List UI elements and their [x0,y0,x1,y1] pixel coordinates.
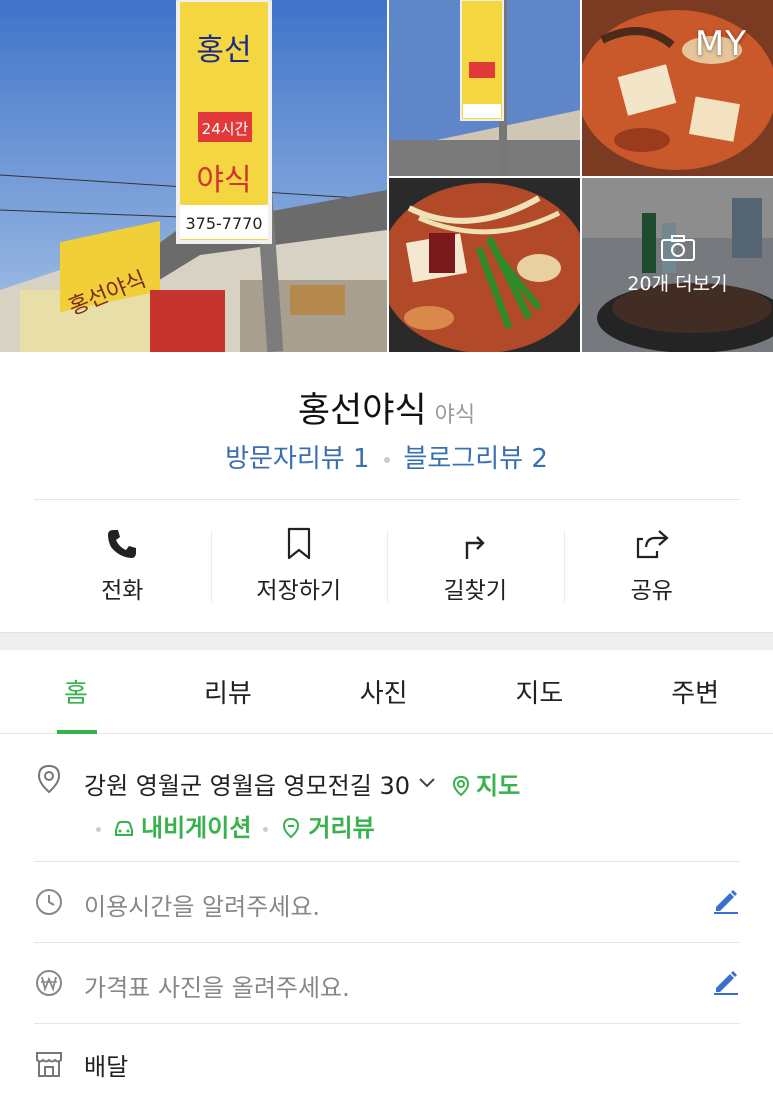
store-icon [36,1052,62,1077]
photo-gallery: 홍선 24시간 야식 375-7770 홍선야식 MY 20개 더보기 [0,0,773,352]
separator-dot [96,826,101,832]
delivery-row[interactable]: 배달 [34,1025,740,1095]
price-row[interactable]: 가격표 사진을 올려주세요. [34,944,740,1024]
sign-phone-text: 375-7770 [185,214,262,233]
navigation-link[interactable]: 내비게이션 [113,814,251,842]
separator-dot [383,456,390,463]
camera-icon [660,234,695,261]
won-icon [36,970,62,996]
main-photo[interactable]: 홍선 24시간 야식 375-7770 홍선야식 [0,0,387,352]
separator-dot [263,826,269,832]
place-name: 홍선야식 [297,391,427,431]
food-photo-1[interactable]: MY [582,0,773,176]
streetview-link[interactable]: 거리뷰 [280,814,375,842]
more-photos[interactable]: 20개 더보기 [582,178,773,352]
share-button[interactable]: 공유 [563,500,741,632]
blog-review-link[interactable]: 블로그리뷰 2 [404,444,548,474]
tab-photos[interactable]: 사진 [306,650,462,733]
edit-pencil-icon[interactable] [712,968,740,996]
review-links: 방문자리뷰 1 블로그리뷰 2 [0,438,773,475]
location-pin-icon [37,764,61,794]
map-link-label: 지도 [476,772,521,800]
sign-name-text: 야식 [196,163,251,198]
place-category: 야식 [434,403,476,428]
edit-pencil-icon[interactable] [712,887,740,915]
save-label: 저장하기 [256,578,342,604]
visitor-review-link[interactable]: 방문자리뷰 1 [225,444,369,474]
car-icon [115,821,133,836]
place-header: 홍선야식 야식 방문자리뷰 1 블로그리뷰 2 [0,352,773,500]
hours-prompt: 이용시간을 알려주세요. [84,893,321,921]
more-photos-label: 20개 더보기 [627,272,728,295]
tab-map[interactable]: 지도 [462,650,618,733]
price-prompt: 가격표 사진을 올려주세요. [84,974,350,1002]
tab-bar: 홈 리뷰 사진 지도 주변 [0,650,773,734]
sign-24-text: 24시간 [202,120,249,138]
food-photo-2[interactable] [389,178,580,352]
bookmark-icon [287,527,310,560]
address-row: 강원 영월군 영월읍 영모전길 30 지도 내비게이션 거리뷰 [34,760,740,862]
tab-nearby[interactable]: 주변 [617,650,773,733]
streetview-icon [283,817,300,839]
sign-top-text: 홍선 [196,33,251,68]
call-label: 전화 [101,578,144,604]
directions-label: 길찾기 [443,578,507,604]
map-pin-icon [453,775,470,797]
tab-reviews[interactable]: 리뷰 [150,650,306,733]
save-button[interactable]: 저장하기 [210,500,388,632]
directions-icon [466,536,485,559]
call-button[interactable]: 전화 [34,500,211,632]
navigation-label: 내비게이션 [141,814,252,842]
directions-button[interactable]: 길찾기 [387,500,564,632]
chevron-down-icon[interactable] [418,774,436,792]
map-link[interactable]: 지도 [450,772,520,800]
action-bar: 전화 저장하기 길찾기 공유 [34,500,740,632]
more-photos-overlay[interactable]: 20개 더보기 [582,178,773,352]
phone-icon [108,530,137,558]
tab-home[interactable]: 홈 [0,650,150,734]
section-gap [0,632,773,650]
sign-photo[interactable] [389,0,580,176]
clock-icon [36,889,62,915]
delivery-label: 배달 [84,1053,129,1081]
address-text[interactable]: 강원 영월군 영월읍 영모전길 30 [84,772,410,800]
share-label: 공유 [630,578,673,604]
streetview-label: 거리뷰 [308,814,375,842]
hours-row[interactable]: 이용시간을 알려주세요. [34,863,740,943]
share-icon [636,530,669,559]
my-badge: MY [694,24,747,64]
